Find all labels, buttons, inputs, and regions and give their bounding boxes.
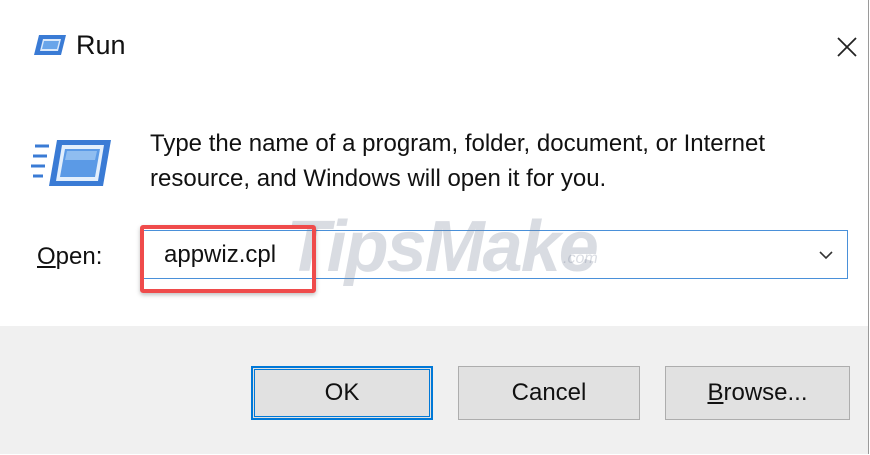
window-title: Run [76,30,126,60]
browse-label: rowse... [723,379,808,406]
browse-accesskey: B [707,379,724,406]
ok-button[interactable]: OK [251,366,433,420]
cancel-button[interactable]: Cancel [458,366,640,420]
title-bar[interactable]: Run [0,0,868,96]
open-label-text: pen: [55,243,103,270]
browse-button[interactable]: Browse... [665,366,850,420]
description-line-2: resource, and Windows will open it for y… [150,165,607,192]
run-icon [34,35,66,55]
run-dialog: Run Type the name of a program, folder, … [0,0,869,454]
open-input[interactable] [144,231,814,278]
open-label: Open: [37,243,102,271]
description-line-1: Type the name of a program, folder, docu… [150,130,766,157]
open-combobox[interactable] [143,230,848,279]
run-large-icon [31,140,111,186]
button-bar: OK Cancel Browse... [0,326,868,454]
description: Type the name of a program, folder, docu… [150,126,850,196]
close-icon[interactable] [826,26,866,66]
open-label-accesskey: O [37,243,56,270]
chevron-down-icon[interactable] [815,244,837,266]
